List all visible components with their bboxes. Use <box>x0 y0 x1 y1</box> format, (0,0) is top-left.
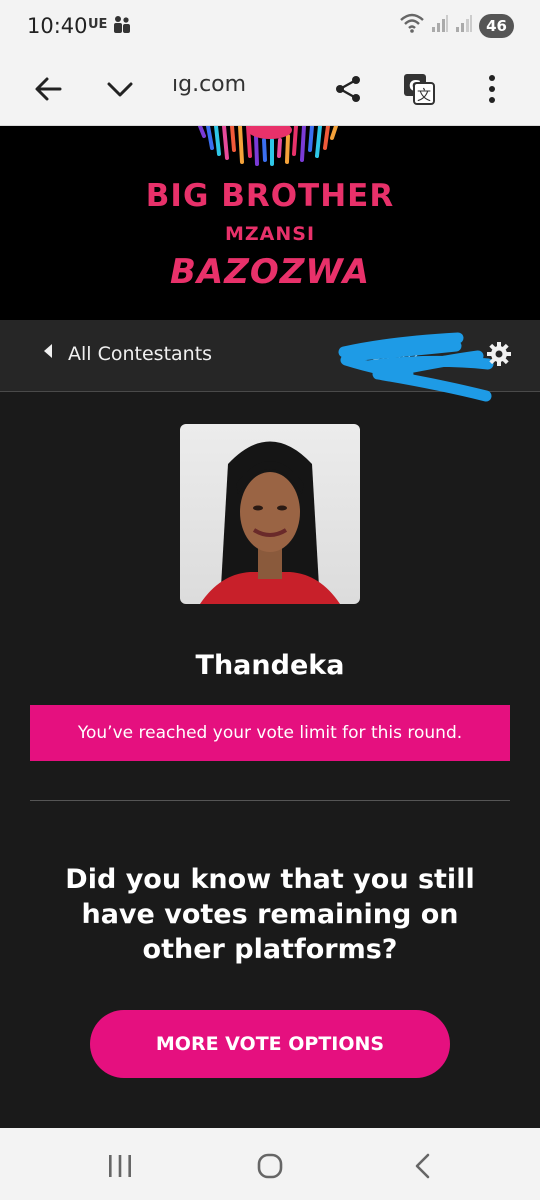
hero-banner: BIG BROTHER MZANSI BAZOZWA <box>0 126 540 320</box>
browser-toolbar: ıg.com G文 <box>0 52 540 126</box>
vote-limit-message: You’ve reached your vote limit for this … <box>77 723 463 743</box>
translate-icon[interactable]: G文 <box>394 64 444 114</box>
all-contestants-link[interactable]: All Contestants <box>42 342 212 365</box>
signal-icon <box>431 13 449 38</box>
svg-text:文: 文 <box>417 88 431 104</box>
hero-subtitle: MZANSI <box>224 223 316 245</box>
home-icon[interactable] <box>250 1146 290 1186</box>
back-icon[interactable] <box>402 1146 442 1186</box>
status-time: 10:40 <box>27 14 88 38</box>
hero-title: BIG BROTHER <box>145 178 395 214</box>
redaction-scribble <box>338 332 494 402</box>
contestant-photo <box>180 424 360 604</box>
section-divider <box>30 800 510 801</box>
more-vert-icon[interactable] <box>467 64 517 114</box>
caret-left-icon <box>42 342 54 365</box>
share-icon[interactable] <box>323 64 373 114</box>
url-text[interactable]: ıg.com <box>172 72 246 97</box>
gear-icon[interactable] <box>486 341 512 372</box>
status-bar: 10:40 UE 46 <box>0 0 540 52</box>
battery-indicator: 46 <box>479 13 514 38</box>
more-vote-options-button[interactable]: MORE VOTE OPTIONS <box>90 1010 450 1078</box>
android-nav-bar <box>0 1128 540 1200</box>
chevron-down-icon[interactable] <box>95 64 145 114</box>
signal-icon <box>455 13 473 38</box>
hero-tagline: BAZOZWA <box>169 252 371 292</box>
carrier-badge: UE <box>88 17 108 32</box>
contestant-name: Thandeka <box>195 650 345 681</box>
promo-question: Did you know that you still have votes r… <box>65 864 475 965</box>
recents-icon[interactable] <box>100 1146 140 1186</box>
more-vote-options-label: MORE VOTE OPTIONS <box>155 1033 385 1055</box>
people-icon <box>112 14 132 39</box>
vote-limit-banner: You’ve reached your vote limit for this … <box>30 705 510 761</box>
eye-logo-icon <box>198 126 338 166</box>
wifi-icon <box>399 12 425 39</box>
back-link-label: All Contestants <box>68 342 213 365</box>
back-arrow-icon[interactable] <box>23 64 73 114</box>
